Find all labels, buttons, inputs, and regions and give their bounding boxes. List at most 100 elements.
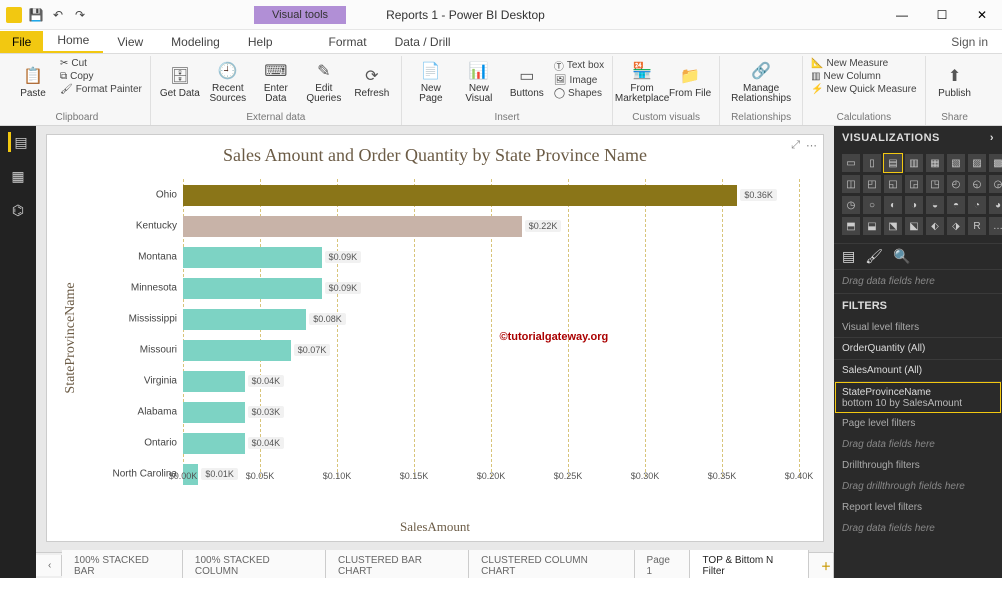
visualization-type[interactable]: ◑ bbox=[905, 196, 923, 214]
visualization-type[interactable]: ⬗ bbox=[947, 217, 965, 235]
visualization-type[interactable]: ⬖ bbox=[926, 217, 944, 235]
tab-modeling[interactable]: Modeling bbox=[157, 31, 234, 53]
page-tab[interactable]: TOP & Bittom N Filter bbox=[690, 550, 809, 579]
visualization-type[interactable]: ▥ bbox=[905, 154, 923, 172]
bar[interactable] bbox=[183, 247, 322, 268]
buttons-button[interactable]: ▭Buttons bbox=[504, 56, 550, 108]
bar[interactable] bbox=[183, 433, 245, 454]
publish-button[interactable]: ⬆Publish bbox=[932, 56, 978, 108]
data-view-icon[interactable]: ▦ bbox=[8, 166, 28, 186]
filter-orderquantity[interactable]: OrderQuantity (All) bbox=[834, 337, 1002, 359]
page-tab[interactable]: CLUSTERED BAR CHART bbox=[326, 550, 469, 579]
save-icon[interactable]: 💾 bbox=[28, 7, 44, 23]
fields-dropzone[interactable]: Drag data fields here bbox=[834, 270, 1002, 293]
page-filters-dropzone[interactable]: Drag data fields here bbox=[834, 433, 1002, 456]
visualization-type[interactable]: ◒ bbox=[926, 196, 944, 214]
drillthrough-dropzone[interactable]: Drag drillthrough fields here bbox=[834, 475, 1002, 498]
visualization-type[interactable]: ◳ bbox=[926, 175, 944, 193]
manage-relationships-button[interactable]: 🔗Manage Relationships bbox=[726, 56, 796, 108]
visualization-type[interactable]: ◱ bbox=[884, 175, 902, 193]
textbox-button[interactable]: ⓉText box bbox=[554, 58, 604, 73]
report-filters-dropzone[interactable]: Drag data fields here bbox=[834, 517, 1002, 540]
minimize-button[interactable]: — bbox=[882, 0, 922, 30]
visualization-type[interactable]: ◓ bbox=[947, 196, 965, 214]
analytics-icon[interactable]: 🔍 bbox=[893, 248, 910, 265]
tab-view[interactable]: View bbox=[103, 31, 157, 53]
tab-scroll-left[interactable]: ‹ bbox=[36, 555, 62, 576]
shapes-button[interactable]: ◯Shapes bbox=[554, 88, 604, 99]
visualization-type[interactable]: ○ bbox=[863, 196, 881, 214]
from-marketplace-button[interactable]: 🏪From Marketplace bbox=[619, 56, 665, 108]
report-view-icon[interactable]: ▤ bbox=[8, 132, 28, 152]
new-page-button[interactable]: 📄New Page bbox=[408, 56, 454, 108]
visualization-type[interactable]: ▦ bbox=[926, 154, 944, 172]
visualization-type[interactable]: ◕ bbox=[989, 196, 1002, 214]
bar[interactable] bbox=[183, 340, 291, 361]
visualization-type[interactable]: ◐ bbox=[884, 196, 902, 214]
bar[interactable] bbox=[183, 185, 737, 206]
bar[interactable] bbox=[183, 216, 522, 237]
visual-more-icon[interactable]: ⋯ bbox=[806, 139, 817, 152]
maximize-button[interactable]: ☐ bbox=[922, 0, 962, 30]
visualization-type[interactable]: ▯ bbox=[863, 154, 881, 172]
page-tab[interactable]: 100% STACKED COLUMN bbox=[183, 550, 326, 579]
visualization-type[interactable]: ◵ bbox=[968, 175, 986, 193]
edit-queries-button[interactable]: ✎Edit Queries bbox=[301, 56, 347, 108]
visualization-type[interactable]: ⬒ bbox=[842, 217, 860, 235]
visualization-type[interactable]: ▤ bbox=[884, 154, 902, 172]
format-painter-button[interactable]: 🖌Format Painter bbox=[60, 84, 142, 95]
bar[interactable] bbox=[183, 278, 322, 299]
signin-link[interactable]: Sign in bbox=[937, 31, 1002, 53]
visual-focus-icon[interactable]: ⤢ bbox=[791, 139, 800, 152]
bar[interactable] bbox=[183, 309, 306, 330]
new-quick-measure-button[interactable]: ⚡New Quick Measure bbox=[811, 84, 916, 95]
visualization-type[interactable]: R bbox=[968, 217, 986, 235]
get-data-button[interactable]: 🗄Get Data bbox=[157, 56, 203, 108]
visualization-type[interactable]: ◶ bbox=[989, 175, 1002, 193]
close-button[interactable]: ✕ bbox=[962, 0, 1002, 30]
format-brush-icon[interactable]: 🖌 bbox=[865, 248, 883, 265]
visualization-type[interactable]: ◫ bbox=[842, 175, 860, 193]
visualization-type[interactable]: ◴ bbox=[947, 175, 965, 193]
visualization-type[interactable]: ◲ bbox=[905, 175, 923, 193]
undo-icon[interactable]: ↶ bbox=[50, 7, 66, 23]
copy-button[interactable]: ⧉Copy bbox=[60, 71, 142, 82]
visualization-type[interactable]: ▧ bbox=[947, 154, 965, 172]
visualization-type[interactable]: ⬓ bbox=[863, 217, 881, 235]
page-tab[interactable]: 100% STACKED BAR bbox=[62, 550, 183, 579]
image-button[interactable]: 🖼Image bbox=[554, 75, 604, 86]
recent-sources-button[interactable]: 🕘Recent Sources bbox=[205, 56, 251, 108]
tab-home[interactable]: Home bbox=[43, 29, 103, 53]
new-column-button[interactable]: ▥New Column bbox=[811, 71, 916, 82]
visualization-type[interactable]: ⬕ bbox=[905, 217, 923, 235]
tab-format[interactable]: Format bbox=[315, 31, 381, 53]
visualization-type[interactable]: ▩ bbox=[989, 154, 1002, 172]
fields-icon[interactable]: ▤ bbox=[842, 248, 855, 265]
enter-data-button[interactable]: ⌨Enter Data bbox=[253, 56, 299, 108]
page-tab[interactable]: CLUSTERED COLUMN CHART bbox=[469, 550, 634, 579]
refresh-button[interactable]: ⟳Refresh bbox=[349, 56, 395, 108]
visualization-type[interactable]: … bbox=[989, 217, 1002, 235]
chart-visual[interactable]: ⤢⋯ Sales Amount and Order Quantity by St… bbox=[46, 134, 824, 542]
bar[interactable] bbox=[183, 402, 245, 423]
filter-stateprovincename[interactable]: StateProvinceName bottom 10 by SalesAmou… bbox=[834, 381, 1002, 414]
visualization-type[interactable]: ◰ bbox=[863, 175, 881, 193]
file-menu[interactable]: File bbox=[0, 31, 43, 53]
tab-datadrill[interactable]: Data / Drill bbox=[381, 31, 465, 53]
add-page-button[interactable]: ＋ bbox=[809, 553, 834, 578]
tab-help[interactable]: Help bbox=[234, 31, 287, 53]
model-view-icon[interactable]: ⌬ bbox=[8, 200, 28, 220]
visualization-type[interactable]: ▭ bbox=[842, 154, 860, 172]
visualization-type[interactable]: ◷ bbox=[842, 196, 860, 214]
new-visual-button[interactable]: 📊New Visual bbox=[456, 56, 502, 108]
visualizations-header[interactable]: VISUALIZATIONS› bbox=[834, 126, 1002, 150]
visualization-type[interactable]: ▨ bbox=[968, 154, 986, 172]
bar[interactable] bbox=[183, 371, 245, 392]
new-measure-button[interactable]: 📐New Measure bbox=[811, 58, 916, 69]
visualization-type[interactable]: ◔ bbox=[968, 196, 986, 214]
filter-salesamount[interactable]: SalesAmount (All) bbox=[834, 359, 1002, 381]
redo-icon[interactable]: ↷ bbox=[72, 7, 88, 23]
cut-button[interactable]: ✂Cut bbox=[60, 58, 142, 69]
visualization-type[interactable]: ⬔ bbox=[884, 217, 902, 235]
from-file-button[interactable]: 📁From File bbox=[667, 56, 713, 108]
